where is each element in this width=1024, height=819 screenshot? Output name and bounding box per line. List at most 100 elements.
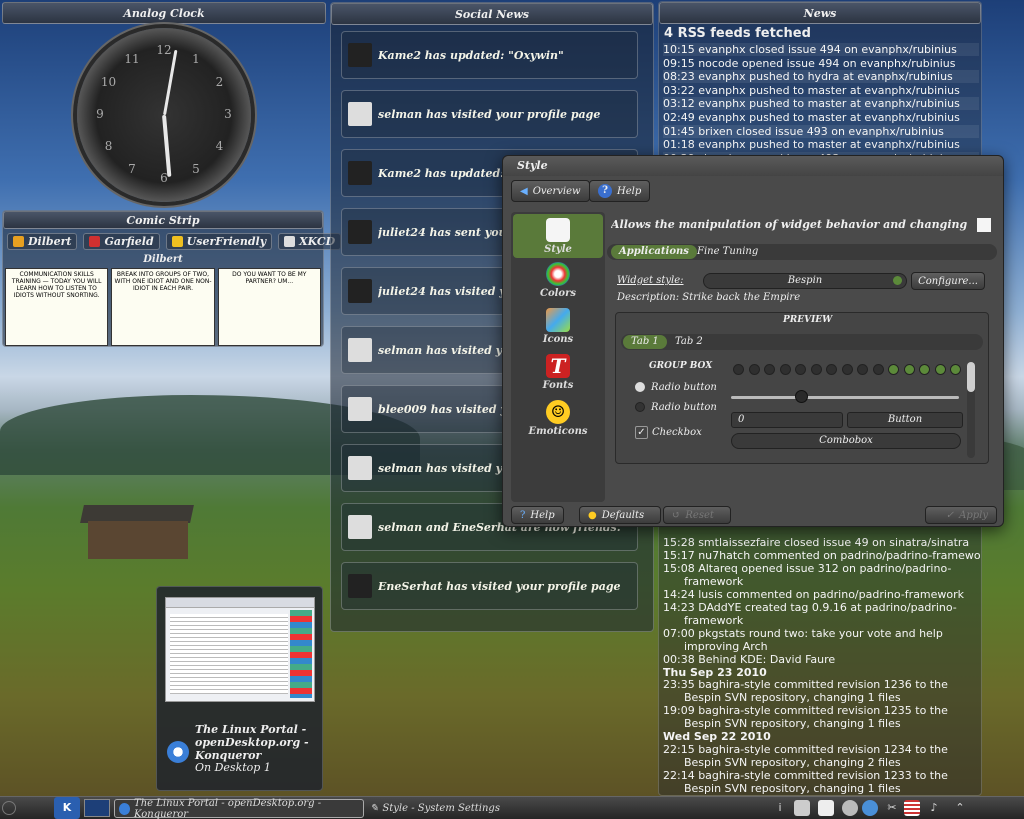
social-news-item[interactable]: Kame2 has updated: "Oxywin" [341, 31, 638, 79]
help-icon: ? [520, 509, 526, 521]
konqueror-thumbnail[interactable] [165, 597, 315, 702]
preview-scrollbar[interactable] [967, 362, 975, 458]
notes-icon[interactable] [794, 800, 810, 816]
volume-icon[interactable]: ♪ [926, 800, 942, 816]
news-item[interactable]: Bespin SVN repository, changing 1 files [663, 691, 979, 704]
news-item[interactable]: Bespin SVN repository, changing 1 files [663, 782, 979, 795]
reset-button[interactable]: ↺ Reset [663, 506, 731, 524]
radio-button-2[interactable] [635, 402, 645, 412]
analog-clock-widget[interactable]: Analog Clock 12 1 2 3 4 5 6 7 8 9 10 11 [2, 2, 326, 207]
news-item[interactable]: 14:23 DAddYE created tag 0.9.16 at padri… [663, 601, 979, 614]
tab-userfriendly[interactable]: UserFriendly [165, 233, 273, 250]
chevron-down-icon [893, 276, 902, 285]
preview-tab-1[interactable]: Tab 1 [623, 335, 667, 349]
news-item[interactable]: 08:23 evanphx pushed to hydra at evanphx… [663, 70, 979, 84]
tab-garfield[interactable]: Garfield [83, 233, 160, 250]
news-item[interactable]: 23:35 baghira-style committed revision 1… [663, 678, 979, 691]
news-item[interactable]: 09:15 nocode opened issue 494 on evanphx… [663, 57, 979, 70]
scissors-icon[interactable]: ✂ [884, 800, 900, 816]
configure-button[interactable]: Configure... [911, 272, 985, 290]
widget-style-combobox[interactable]: Bespin [703, 273, 907, 289]
task-konqueror[interactable]: The Linux Portal - openDesktop.org - Kon… [114, 798, 364, 819]
category-style[interactable]: Style [513, 214, 603, 258]
category-fonts[interactable]: T Fonts [513, 354, 603, 391]
groupbox-title: GROUP BOX [649, 361, 713, 371]
news-item[interactable]: improving Arch [663, 640, 979, 653]
info-icon[interactable]: i [772, 800, 788, 816]
news-item[interactable]: 10:15 evanphx closed issue 494 on evanph… [663, 43, 979, 56]
settings-icon: ✎ [370, 803, 379, 814]
news-item[interactable]: 15:17 nu7hatch commented on padrino/padr… [663, 549, 981, 562]
desktop-cashew-icon[interactable] [2, 801, 16, 815]
defaults-button[interactable]: ● Defaults [579, 506, 661, 524]
news-item[interactable]: 14:24 lusis commented on padrino/padrino… [663, 588, 979, 601]
radio-button-1[interactable] [635, 382, 645, 392]
apply-button[interactable]: ✓ Apply [925, 506, 997, 524]
comic-image[interactable]: COMMUNICATION SKILLS TRAINING — TODAY YO… [3, 266, 323, 348]
konqueror-icon [167, 741, 189, 763]
news-item[interactable]: Bespin SVN repository, changing 2 files [663, 756, 979, 769]
social-news-text: juliet24 has sent you a [378, 225, 518, 239]
footer-help-button[interactable]: ? Help [511, 506, 564, 524]
clock-title: Analog Clock [2, 2, 326, 24]
dialog-titlebar[interactable]: Style [503, 156, 1003, 176]
comic-strip-widget[interactable]: Comic Strip Dilbert Garfield UserFriendl… [2, 210, 342, 348]
style-dialog[interactable]: Style ◀ Overview ? Help Style Colors Icons… [502, 155, 1004, 527]
news-item[interactable]: 02:49 evanphx pushed to master at evanph… [663, 111, 979, 124]
clock-numeral: 5 [192, 162, 200, 177]
pager-icon[interactable] [84, 799, 110, 817]
slider-track[interactable] [731, 396, 959, 399]
network-icon[interactable] [862, 800, 878, 816]
social-news-item[interactable]: selman has visited your profile page [341, 90, 638, 138]
clipboard-icon[interactable] [818, 800, 834, 816]
news-item[interactable]: 07:00 pkgstats round two: take your vote… [663, 627, 979, 640]
news-item[interactable]: 15:28 smtlaissezfaire closed issue 49 on… [663, 536, 979, 549]
progress-dot [779, 364, 791, 375]
category-icons[interactable]: Icons [513, 308, 603, 345]
expand-tray-icon[interactable]: ⌃ [952, 800, 968, 816]
news-item[interactable]: 01:18 evanphx pushed to master at evanph… [663, 138, 979, 151]
progress-dot [795, 364, 806, 375]
category-colors[interactable]: Colors [513, 262, 603, 299]
progress-dot [857, 364, 868, 375]
tab-fine-tuning[interactable]: Fine Tuning [697, 246, 758, 257]
news-item[interactable]: framework [663, 575, 979, 588]
task-system-settings[interactable]: ✎ Style - System Settings [366, 799, 546, 818]
news-item[interactable]: 22:15 baghira-style committed revision 1… [663, 743, 979, 756]
preview-button[interactable]: Button [847, 412, 963, 428]
avatar [348, 397, 372, 421]
news-item[interactable]: 19:09 baghira-style committed revision 1… [663, 704, 979, 717]
spinbox[interactable]: 0 [731, 412, 843, 428]
news-item[interactable]: Bespin SVN repository, changing 1 files [663, 717, 979, 730]
avatar [348, 338, 372, 362]
category-emoticons[interactable]: ☺ Emoticons [513, 400, 603, 437]
news-item[interactable]: 22:14 baghira-style committed revision 1… [663, 769, 979, 782]
news-item[interactable]: 00:38 Behind KDE: David Faure [663, 653, 979, 666]
preview-combobox[interactable]: Combobox [731, 433, 961, 449]
keyboard-layout-us-icon[interactable] [904, 800, 920, 816]
help-button[interactable]: ? Help [589, 180, 651, 202]
news-item[interactable]: framework [663, 614, 979, 627]
konqueror-desktop: On Desktop 1 [195, 761, 271, 774]
news-item[interactable]: 15:08 Altareq opened issue 312 on padrin… [663, 562, 979, 575]
check-icon: ✓ [945, 509, 955, 521]
weather-icon[interactable] [842, 800, 858, 816]
avatar [348, 43, 372, 67]
kde-menu-icon[interactable]: K [54, 797, 80, 819]
checkbox[interactable]: ✓ [635, 426, 648, 439]
xkcd-icon [284, 236, 296, 247]
news-item[interactable]: 01:45 brixen closed issue 493 on evanphx… [663, 124, 979, 138]
konqueror-window-preview[interactable]: The Linux Portal - openDesktop.org - Kon… [156, 586, 323, 791]
slider-handle[interactable] [795, 390, 808, 403]
progress-dot [764, 364, 775, 375]
dilbert-icon [13, 236, 24, 247]
news-item[interactable]: 03:12 evanphx pushed to master at evanph… [663, 97, 979, 111]
dialog-title: Style [517, 159, 548, 172]
social-news-text: selman has visited your profile page [378, 107, 601, 121]
preview-tab-2[interactable]: Tab 2 [675, 336, 703, 347]
tab-dilbert[interactable]: Dilbert [7, 233, 78, 250]
social-news-item[interactable]: EneSerhat has visited your profile page [341, 562, 638, 610]
tab-applications[interactable]: Applications [611, 245, 697, 259]
news-item[interactable]: 03:22 evanphx pushed to master at evanph… [663, 84, 979, 97]
overview-button[interactable]: ◀ Overview [511, 180, 590, 202]
